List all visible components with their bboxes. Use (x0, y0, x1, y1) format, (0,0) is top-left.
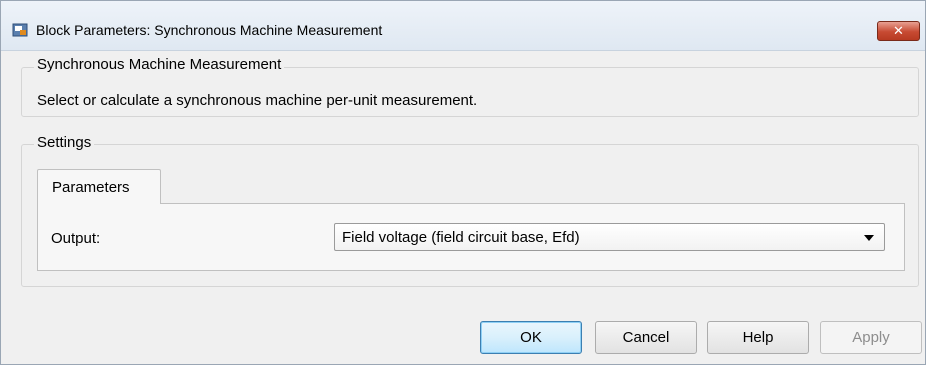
chevron-down-icon (864, 235, 874, 241)
block-group-legend: Synchronous Machine Measurement (34, 56, 285, 73)
close-icon: ✕ (893, 23, 904, 38)
output-dropdown-value: Field voltage (field circuit base, Efd) (342, 229, 580, 246)
title-bar[interactable]: Block Parameters: Synchronous Machine Me… (1, 1, 925, 51)
simulink-block-icon (12, 23, 28, 37)
window-title: Block Parameters: Synchronous Machine Me… (36, 22, 383, 38)
close-button[interactable]: ✕ (877, 21, 920, 41)
block-description: Select or calculate a synchronous machin… (37, 92, 478, 109)
apply-button-label: Apply (852, 329, 890, 346)
help-button-label: Help (742, 329, 774, 346)
ok-button[interactable]: OK (480, 321, 582, 354)
output-dropdown[interactable]: Field voltage (field circuit base, Efd) (334, 223, 885, 251)
apply-button[interactable]: Apply (820, 321, 922, 354)
output-label: Output: (51, 230, 101, 247)
cancel-button-label: Cancel (622, 329, 670, 346)
dialog-window: Block Parameters: Synchronous Machine Me… (0, 0, 926, 365)
tab-parameters[interactable]: Parameters (37, 169, 161, 204)
cancel-button[interactable]: Cancel (595, 321, 697, 354)
settings-group-legend: Settings (34, 134, 95, 151)
ok-button-label: OK (520, 329, 542, 346)
help-button[interactable]: Help (707, 321, 809, 354)
tab-label: Parameters (52, 178, 130, 196)
